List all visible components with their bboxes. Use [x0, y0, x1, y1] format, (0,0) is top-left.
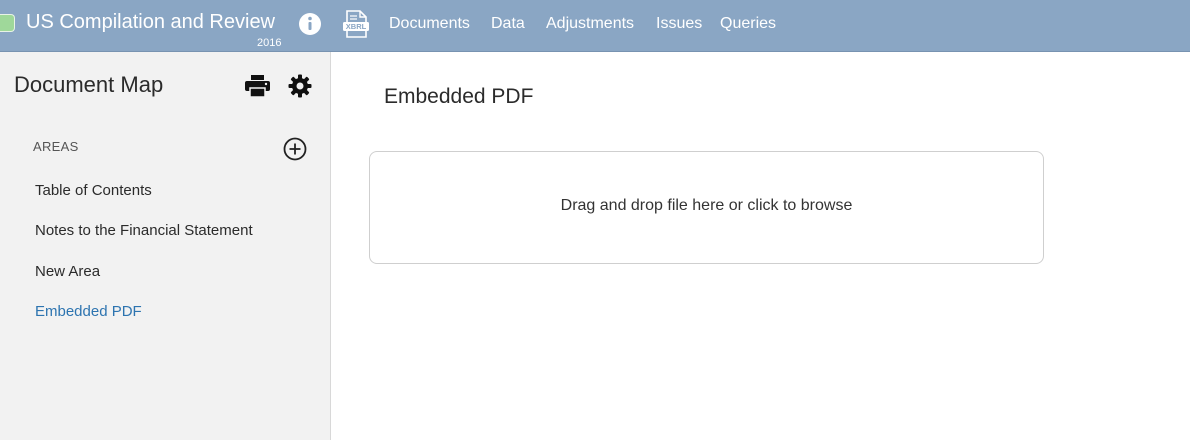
sidebar-title: Document Map — [14, 72, 164, 97]
add-circle-icon[interactable] — [283, 137, 307, 161]
file-dropzone[interactable]: Drag and drop file here or click to brow… — [369, 151, 1044, 264]
gear-icon[interactable] — [288, 74, 312, 98]
areas-section-label: AREAS — [33, 139, 79, 154]
nav-adjustments[interactable]: Adjustments — [546, 15, 634, 33]
nav-documents[interactable]: Documents — [389, 15, 470, 33]
print-icon[interactable] — [245, 75, 270, 97]
nav-data[interactable]: Data — [491, 15, 525, 33]
xbrl-icon[interactable]: XBRL — [342, 10, 370, 38]
svg-text:XBRL: XBRL — [346, 22, 367, 31]
document-map-sidebar: Document Map AREAS Table of Contents Not… — [0, 52, 331, 440]
sidebar-item-table-of-contents[interactable]: Table of Contents — [35, 182, 152, 199]
dropzone-text: Drag and drop file here or click to brow… — [560, 197, 853, 214]
top-bar: US Compilation and Review 2016 XBRL Docu… — [0, 0, 1190, 52]
app-year: 2016 — [257, 37, 282, 49]
app-title[interactable]: US Compilation and Review — [26, 11, 275, 34]
info-icon[interactable] — [298, 12, 322, 36]
nav-queries[interactable]: Queries — [720, 15, 776, 33]
nav-issues[interactable]: Issues — [656, 15, 702, 33]
sidebar-item-new-area[interactable]: New Area — [35, 263, 100, 280]
sidebar-item-embedded-pdf[interactable]: Embedded PDF — [35, 303, 142, 320]
sidebar-item-notes[interactable]: Notes to the Financial Statement — [35, 222, 253, 239]
page-title: Embedded PDF — [384, 85, 534, 108]
app-status-dot — [0, 14, 15, 32]
